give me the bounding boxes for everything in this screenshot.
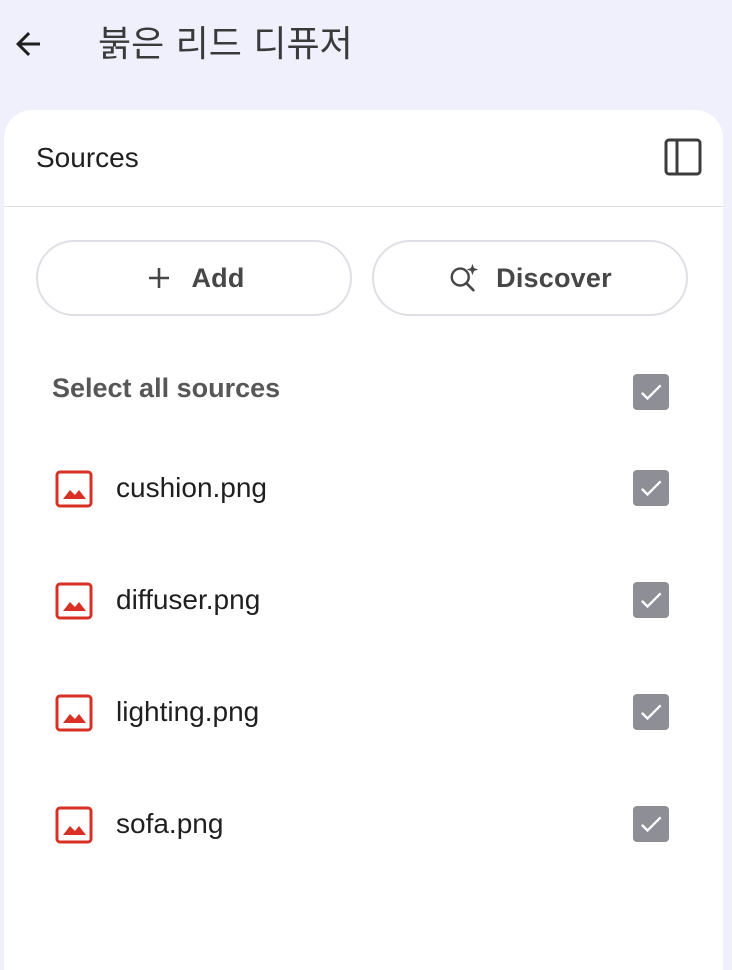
add-source-button[interactable]: Add: [36, 240, 352, 316]
arrow-left-icon: [16, 32, 40, 56]
discover-sources-label: Discover: [496, 262, 612, 293]
top-bar: 붉은 리드 디퓨저: [0, 0, 732, 92]
image-file-icon: [55, 694, 93, 732]
source-item[interactable]: diffuser.png: [4, 562, 723, 638]
image-file-icon: [55, 582, 93, 620]
sources-panel: Sources Add Discover Select all sources …: [4, 110, 723, 970]
checkmark-icon: [640, 704, 662, 721]
add-source-label: Add: [191, 262, 245, 293]
plus-icon: [143, 262, 175, 294]
sources-panel-header: Sources: [4, 110, 723, 207]
source-item[interactable]: lighting.png: [4, 674, 723, 750]
checkmark-icon: [640, 592, 662, 609]
source-item-name: sofa.png: [116, 808, 224, 839]
checkmark-icon: [640, 480, 662, 497]
source-item-name: diffuser.png: [116, 584, 261, 615]
source-item-checkbox[interactable]: [633, 694, 669, 730]
source-item[interactable]: cushion.png: [4, 450, 723, 526]
back-button[interactable]: [8, 24, 48, 64]
side-panel-icon: [664, 138, 702, 176]
source-item-name: cushion.png: [116, 472, 268, 503]
source-item-checkbox[interactable]: [633, 470, 669, 506]
source-item-checkbox[interactable]: [633, 806, 669, 842]
source-item[interactable]: sofa.png: [4, 786, 723, 862]
checkmark-icon: [640, 384, 662, 401]
source-item-checkbox[interactable]: [633, 582, 669, 618]
sources-title: Sources: [36, 142, 139, 173]
select-all-checkbox[interactable]: [633, 374, 669, 410]
toggle-panel-button[interactable]: [660, 134, 706, 180]
source-item-name: lighting.png: [116, 696, 260, 727]
image-file-icon: [55, 806, 93, 844]
image-file-icon: [55, 470, 93, 508]
checkmark-icon: [640, 816, 662, 833]
select-all-label: Select all sources: [52, 373, 281, 403]
page-title: 붉은 리드 디퓨저: [98, 24, 353, 65]
discover-sources-button[interactable]: Discover: [372, 240, 688, 316]
search-sparkle-icon: [448, 262, 480, 294]
